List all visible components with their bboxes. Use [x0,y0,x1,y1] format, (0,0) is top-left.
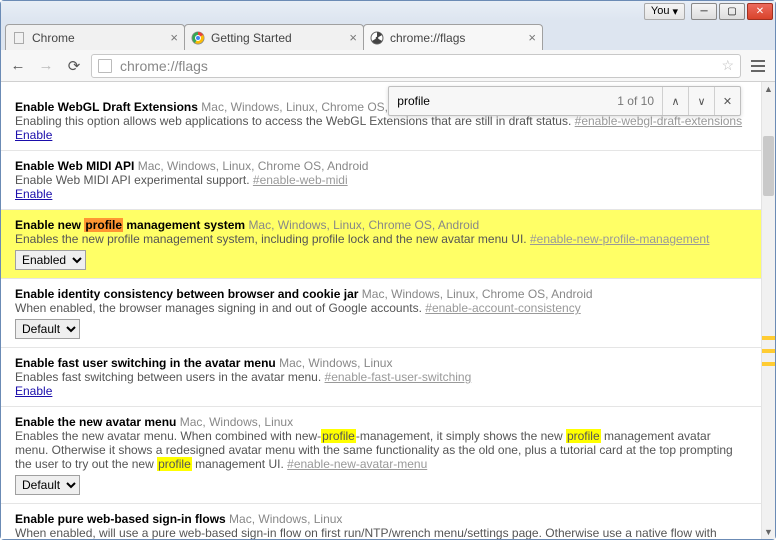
flag-enable-link[interactable]: Enable [15,187,52,201]
flag-platforms: Mac, Windows, Linux [229,512,342,526]
flag-item: Enable the new avatar menu Mac, Windows,… [1,407,761,504]
reload-button[interactable]: ⟳ [63,55,85,77]
forward-button: → [35,55,57,77]
page-content: 1 of 10 ∧ ∨ ✕ Enable WebGL Draft Extensi… [1,82,761,539]
flag-item-highlighted: Enable new profile management system Mac… [1,210,761,279]
scrollbar-thumb[interactable] [763,136,774,196]
flags-list: Enable WebGL Draft Extensions Mac, Windo… [1,82,761,539]
flag-title: Enable fast user switching in the avatar… [15,356,276,370]
flag-item: Enable Web MIDI API Mac, Windows, Linux,… [1,151,761,210]
hamburger-menu-button[interactable] [747,55,769,77]
flag-hash-link[interactable]: #enable-web-midi [253,173,348,187]
flag-desc: Enabling this option allows web applicat… [15,114,742,128]
flag-select[interactable]: Enabled [15,250,86,270]
flag-title: Enable the new avatar menu [15,415,176,429]
page-icon [12,31,26,45]
search-match: profile [566,429,601,443]
tab-title: chrome://flags [390,31,524,45]
flag-desc: Enables the new avatar menu. When combin… [15,429,733,471]
omnibox[interactable]: ☆ [91,54,741,78]
flag-hash-link[interactable]: #enable-account-consistency [425,301,580,315]
find-marker [762,362,775,366]
toolbar: ← → ⟳ ☆ [1,50,775,82]
tab-title: Getting Started [211,31,345,45]
flag-item: Enable pure web-based sign-in flows Mac,… [1,504,761,539]
minimize-button[interactable]: ─ [691,3,717,20]
chevron-down-icon: ▾ [672,5,678,18]
flag-select[interactable]: Default [15,319,80,339]
flag-platforms: Mac, Windows, Linux, Chrome OS, Android [138,159,369,173]
scroll-down-button[interactable]: ▼ [762,525,775,539]
flag-title: Enable new profile management system [15,218,245,232]
user-button[interactable]: You ▾ [644,3,685,20]
flag-hash-link[interactable]: #enable-fast-user-switching [325,370,472,384]
chrome-icon [191,31,205,45]
flag-desc: Enables the new profile management syste… [15,232,709,246]
flag-title: Enable Web MIDI API [15,159,134,173]
page-icon [98,59,112,73]
flag-enable-link[interactable]: Enable [15,128,52,142]
search-match: profile [157,457,192,471]
flag-item: Enable identity consistency between brow… [1,279,761,348]
search-match-active: profile [84,218,123,232]
search-match: profile [321,429,356,443]
flag-desc: When enabled, will use a pure web-based … [15,526,717,539]
tab-strip: Chrome × Getting Started × chrome://flag… [1,21,775,50]
scrollbar-track[interactable] [762,96,775,525]
flag-hash-link[interactable]: #enable-new-profile-management [530,232,709,246]
user-label: You [651,5,670,17]
url-input[interactable] [118,57,721,75]
flag-item: Enable fast user switching in the avatar… [1,348,761,407]
flag-hash-link[interactable]: #enable-webgl-draft-extensions [575,114,742,128]
find-next-button[interactable]: ∨ [688,87,714,115]
vertical-scrollbar[interactable]: ▲ ▼ [761,82,775,539]
flag-title: Enable WebGL Draft Extensions [15,100,198,114]
tab-title: Chrome [32,31,166,45]
flag-platforms: Mac, Windows, Linux [279,356,392,370]
find-input[interactable] [389,87,609,115]
flag-platforms: Mac, Windows, Linux, Chrome OS, Android [362,287,593,301]
flag-desc: When enabled, the browser manages signin… [15,301,581,315]
flag-desc: Enable Web MIDI API experimental support… [15,173,348,187]
scroll-up-button[interactable]: ▲ [762,82,775,96]
close-button[interactable]: ✕ [747,3,773,20]
flag-platforms: Mac, Windows, Linux [180,415,293,429]
bookmark-star-icon[interactable]: ☆ [721,57,734,74]
find-marker [762,349,775,353]
find-count: 1 of 10 [609,94,662,108]
close-icon[interactable]: × [528,30,536,45]
flag-desc: Enables fast switching between users in … [15,370,471,384]
flag-title: Enable identity consistency between brow… [15,287,358,301]
flag-select[interactable]: Default [15,475,80,495]
close-icon[interactable]: × [170,30,178,45]
back-button[interactable]: ← [7,55,29,77]
maximize-button[interactable]: ▢ [719,3,745,20]
find-bar: 1 of 10 ∧ ∨ ✕ [388,86,741,116]
window-titlebar: You ▾ ─ ▢ ✕ [1,1,775,21]
find-marker [762,336,775,340]
tab-flags[interactable]: chrome://flags × [363,24,543,50]
tab-chrome[interactable]: Chrome × [5,24,185,50]
close-icon[interactable]: × [349,30,357,45]
flag-hash-link[interactable]: #enable-new-avatar-menu [287,457,427,471]
nuclear-icon [370,31,384,45]
flag-enable-link[interactable]: Enable [15,384,52,398]
flag-title: Enable pure web-based sign-in flows [15,512,226,526]
tab-getting-started[interactable]: Getting Started × [184,24,364,50]
flag-platforms: Mac, Windows, Linux, Chrome OS, Android [248,218,479,232]
find-prev-button[interactable]: ∧ [662,87,688,115]
find-close-button[interactable]: ✕ [714,87,740,115]
